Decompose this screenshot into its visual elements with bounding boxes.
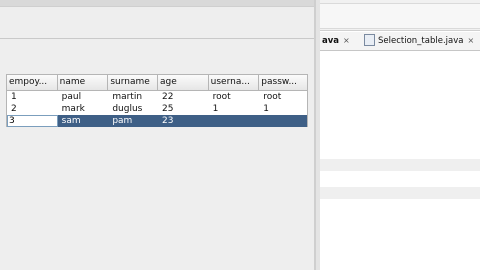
divider (0, 38, 316, 39)
table-cell[interactable]: paul (58, 91, 109, 103)
column-header-password[interactable]: passw... (259, 75, 307, 90)
table-cell[interactable] (209, 115, 260, 127)
column-header-username[interactable]: userna... (209, 75, 260, 90)
table-cell[interactable]: 22 (158, 91, 209, 103)
ide-editor-pane: ava × Selection_table.java × (320, 0, 480, 270)
table-cell[interactable]: 1 (209, 103, 260, 115)
data-table: empoy... name surname age userna... pass… (6, 74, 308, 127)
table-row[interactable]: 2 mark duglus 25 1 1 (7, 103, 307, 115)
editor-tab-bar: ava × Selection_table.java × (320, 32, 480, 51)
tab-label: Selection_table.java (378, 36, 464, 46)
close-icon[interactable]: × (343, 33, 350, 49)
table-cell[interactable]: pam (108, 115, 158, 127)
column-header-age[interactable]: age (158, 75, 209, 90)
editor-tab[interactable]: ava × (322, 33, 350, 49)
table-window: empoy... name surname age userna... pass… (0, 0, 316, 270)
table-cell[interactable]: mark (58, 103, 109, 115)
table-row[interactable]: 1 paul martin 22 root root (7, 91, 307, 103)
table-cell[interactable]: 23 (158, 115, 209, 127)
table-row-selected[interactable]: 3 sam pam 23 (7, 115, 307, 127)
editor-highlight-line (320, 159, 480, 171)
java-file-icon (364, 33, 375, 46)
table-cell[interactable]: root (209, 91, 260, 103)
editor-highlight-line (320, 187, 480, 199)
column-header-name[interactable]: name (58, 75, 109, 90)
editor-tab-selection-table[interactable]: Selection_table.java × (364, 33, 474, 49)
table-cell[interactable]: root (259, 91, 307, 103)
table-cell[interactable]: 25 (158, 103, 209, 115)
table-header: empoy... name surname age userna... pass… (6, 74, 308, 91)
table-cell[interactable]: sam (58, 115, 109, 127)
ide-toolbar (320, 0, 480, 31)
column-header-employee-id[interactable]: empoy... (7, 75, 58, 90)
table-cell[interactable]: duglus (108, 103, 158, 115)
table-cell[interactable]: 1 (259, 103, 307, 115)
close-icon[interactable]: × (467, 33, 474, 49)
column-header-surname[interactable]: surname (108, 75, 158, 90)
tab-label: ava (322, 36, 340, 46)
cell-editor[interactable]: 3 (7, 115, 58, 127)
table-cell[interactable]: 1 (7, 91, 58, 103)
table-cell[interactable] (259, 115, 307, 127)
table-cell[interactable]: 2 (7, 103, 58, 115)
ide-toolbar-inner (320, 3, 480, 29)
table-body: 1 paul martin 22 root root 2 mark duglus… (6, 91, 308, 127)
table-cell[interactable]: martin (108, 91, 158, 103)
window-top-strip (0, 0, 316, 7)
